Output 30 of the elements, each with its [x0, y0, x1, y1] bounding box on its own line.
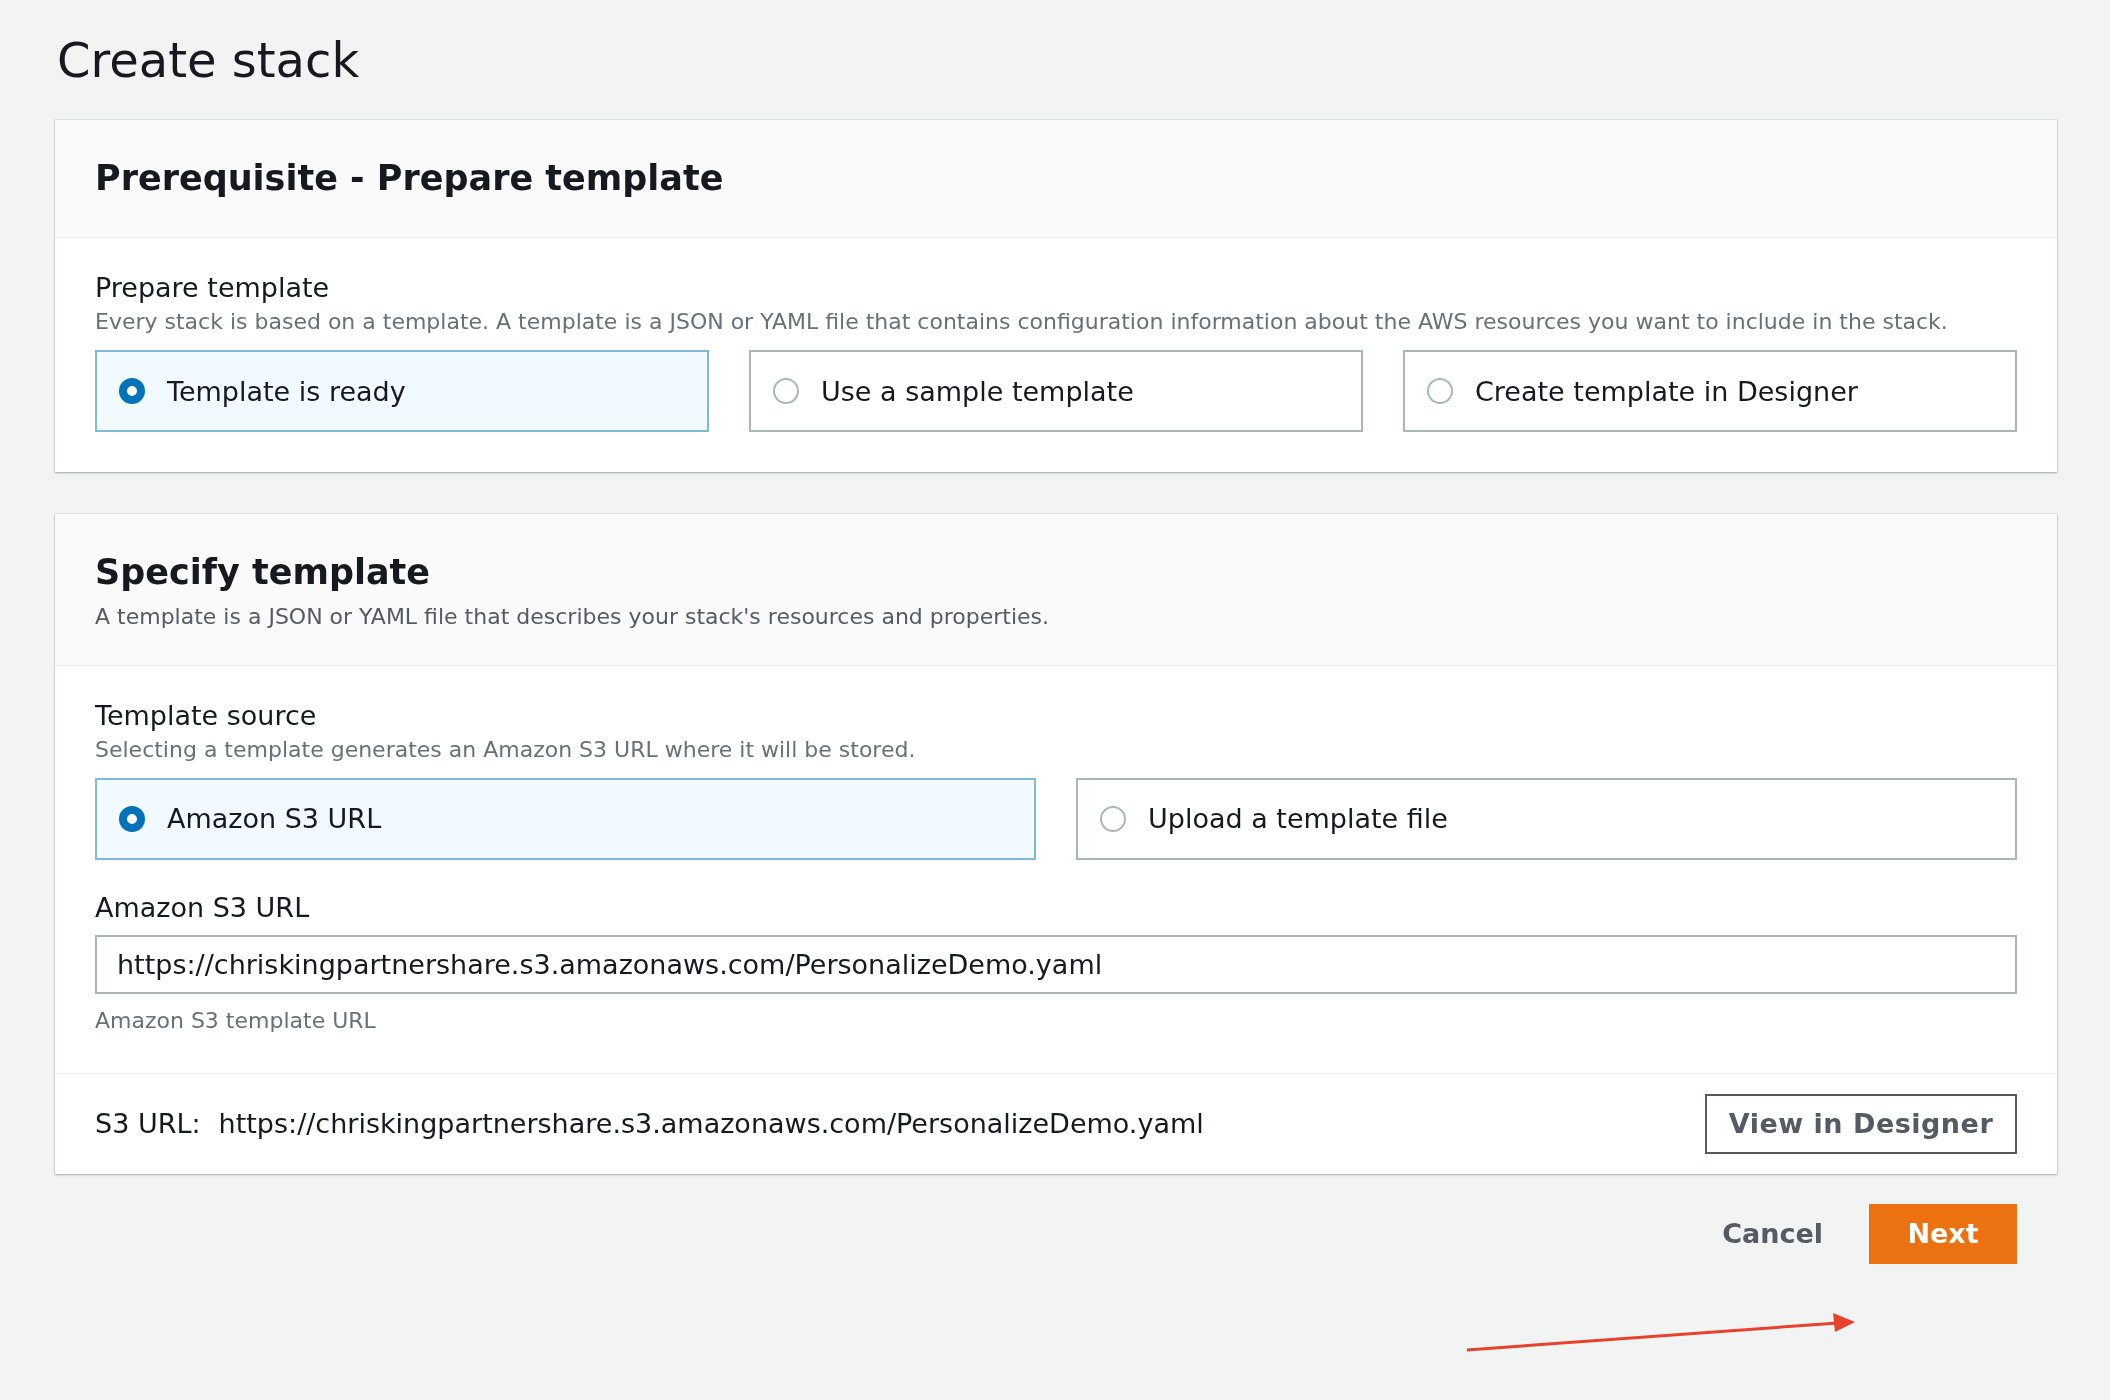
field-label: Prepare template: [95, 271, 331, 306]
page-title: Create stack: [57, 32, 361, 90]
field-description: Selecting a template generates an Amazon S3 URL where it will be stored.: [95, 736, 917, 762]
radio-icon: [119, 805, 145, 832]
radio-icon: [119, 378, 145, 405]
radio-icon: [1427, 378, 1453, 405]
radio-icon: [773, 378, 799, 405]
s3-url-value: https://chriskingpartnershare.s3.amazonaws.com/PersonalizeDemo.yaml: [218, 1108, 1204, 1140]
s3-url-label: S3 URL:: [95, 1108, 201, 1140]
radio-icon: [1100, 805, 1126, 832]
field-hint: Amazon S3 template URL: [95, 1007, 377, 1033]
panel-title: Prerequisite - Prepare template: [95, 156, 725, 200]
url-input-field[interactable]: https://chriskingpartnershare.s3.amazonaws.com/PersonalizeDemo.yaml: [95, 934, 2017, 994]
radio-label: Create template in Designer: [1475, 375, 1858, 407]
radio-label: Use a sample template: [821, 375, 1134, 407]
radio-option[interactable]: Create template in Designer: [1403, 350, 2017, 433]
radio-option[interactable]: Upload a template file: [1076, 777, 2017, 860]
cancel-button[interactable]: Cancel: [1716, 1208, 1829, 1260]
radio-option[interactable]: Template is ready: [95, 350, 709, 433]
radio-option[interactable]: Amazon S3 URL: [95, 777, 1036, 860]
field-label: Template source: [95, 698, 318, 733]
field-description: Every stack is based on a template. A template is a JSON or YAML file that contains configuration information about the AWS resources you want to include in the stack.: [95, 309, 1949, 335]
radio-label: Template is ready: [167, 375, 406, 407]
view-in-designer-button[interactable]: View in Designer: [1705, 1093, 2017, 1154]
radio-label: Upload a template file: [1148, 803, 1448, 835]
radio-option[interactable]: Use a sample template: [749, 350, 1363, 433]
field-label: Amazon S3 URL: [95, 890, 311, 925]
panel-title: Specify template: [95, 551, 432, 595]
panel-description: A template is a JSON or YAML file that describes your stack's resources and properties.: [95, 603, 1051, 629]
radio-label: Amazon S3 URL: [167, 803, 382, 835]
